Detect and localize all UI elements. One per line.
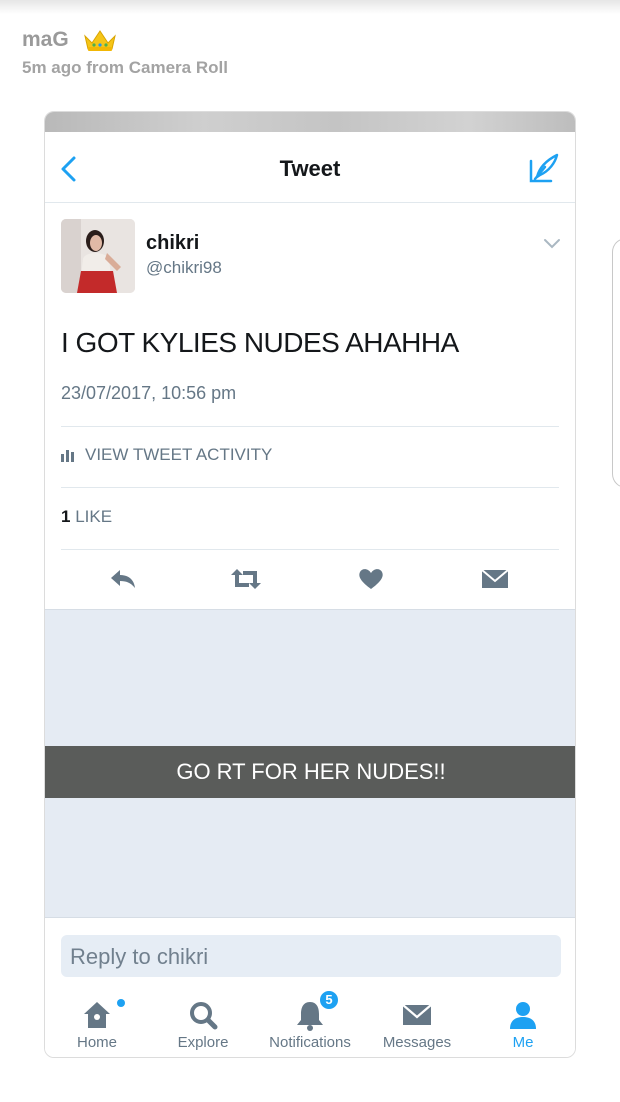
compose-icon[interactable]	[527, 151, 561, 185]
heart-icon[interactable]	[351, 559, 391, 599]
divider	[61, 487, 559, 488]
tab-label: Home	[76, 1034, 117, 1051]
reply-input[interactable]: Reply to chikri	[61, 935, 561, 977]
side-handle[interactable]	[612, 238, 620, 488]
status-bar	[45, 112, 575, 132]
reply-icon[interactable]	[103, 559, 143, 599]
crown-icon	[83, 28, 117, 52]
tab-home[interactable]: Home	[47, 998, 147, 1057]
nav-bar: Tweet	[45, 132, 575, 203]
direct-message-icon[interactable]	[475, 559, 515, 599]
tab-label: Me	[512, 1034, 534, 1051]
activity-label: VIEW TWEET ACTIVITY	[85, 445, 273, 464]
notification-badge: 5	[318, 989, 340, 1011]
tweet-screenshot: Tweet chikri @chikri98 I GOT KYLIES NUDE…	[44, 111, 576, 1058]
person-icon	[510, 1002, 536, 1029]
avatar[interactable]	[61, 219, 135, 293]
tab-label: Messages	[382, 1034, 452, 1051]
chevron-down-icon[interactable]	[543, 237, 561, 249]
page-title: Tweet	[279, 156, 341, 181]
tweet-actions	[61, 559, 559, 599]
story-meta: 5m ago from Camera Roll	[22, 58, 228, 77]
author-handle[interactable]: @chikri98	[146, 258, 222, 278]
tweet-text: I GOT KYLIES NUDES AHAHHA	[61, 327, 459, 358]
divider	[61, 549, 559, 550]
tab-messages[interactable]: Messages	[367, 998, 467, 1057]
view-tweet-activity-link[interactable]: VIEW TWEET ACTIVITY	[61, 445, 272, 465]
tweet-timestamp: 23/07/2017, 10:56 pm	[61, 383, 237, 403]
bottom-area: Reply to chikri Home Explore 5 Notificat…	[45, 917, 575, 1057]
top-shadow	[0, 0, 620, 14]
tab-notifications[interactable]: 5 Notifications	[260, 989, 360, 1057]
tab-bar: Home Explore 5 Notifications Messages Me	[45, 989, 575, 1057]
story-username: maG	[22, 28, 69, 51]
likes-count[interactable]: 1 LIKE	[61, 507, 112, 527]
caption-bar: GO RT FOR HER NUDES!!	[45, 746, 575, 798]
author-name[interactable]: chikri	[146, 232, 199, 255]
envelope-icon	[402, 1004, 432, 1025]
snapchat-story-view: maG 5m ago from Camera Roll Tweet chikri…	[0, 0, 620, 1102]
tab-explore[interactable]: Explore	[153, 998, 253, 1057]
search-icon	[190, 1002, 218, 1030]
tab-label: Explore	[177, 1034, 229, 1051]
bar-chart-icon	[61, 450, 74, 462]
likes-label: LIKE	[75, 507, 113, 526]
tab-me[interactable]: Me	[473, 998, 573, 1057]
new-content-dot	[117, 999, 125, 1007]
story-header[interactable]: maG	[22, 28, 117, 52]
divider	[61, 426, 559, 427]
home-icon	[84, 1002, 110, 1028]
likes-number: 1	[61, 507, 71, 526]
tab-label: Notifications	[269, 1034, 351, 1051]
retweet-icon[interactable]	[226, 559, 266, 599]
